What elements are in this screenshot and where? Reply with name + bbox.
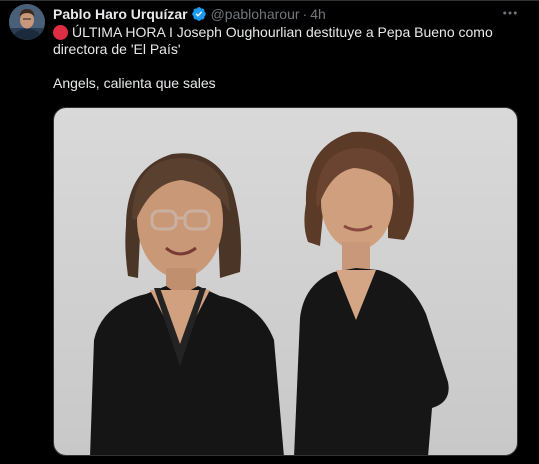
tweet-media-photo[interactable] <box>53 107 518 456</box>
verified-badge-icon <box>191 7 206 21</box>
tweet-text-headline: ÚLTIMA HORA I Joseph Oughourlian destitu… <box>72 24 493 40</box>
red-circle-icon <box>53 25 68 40</box>
author-avatar[interactable] <box>9 4 45 40</box>
tweet-text-line-3: Angels, calienta que sales <box>53 75 216 91</box>
text-gap <box>53 58 513 75</box>
tweet-header: Pablo Haro Urquízar @pabloharour · 4h <box>53 5 326 23</box>
header-separator: · <box>302 6 308 22</box>
tweet-text: ÚLTIMA HORA I Joseph Oughourlian destitu… <box>53 24 513 92</box>
photo-two-women <box>54 108 517 455</box>
tweet-card[interactable]: Pablo Haro Urquízar @pabloharour · 4h ÚL… <box>0 0 539 464</box>
avatar-image <box>9 4 45 40</box>
more-options-button[interactable] <box>501 4 519 22</box>
tweet-text-line-2: directora de 'El País' <box>53 41 181 57</box>
author-handle[interactable]: @pabloharour <box>211 5 300 23</box>
author-name[interactable]: Pablo Haro Urquízar <box>53 5 188 23</box>
tweet-timestamp[interactable]: 4h <box>310 5 326 23</box>
more-options-icon <box>503 11 517 15</box>
tweet-text-line-1: ÚLTIMA HORA I Joseph Oughourlian destitu… <box>53 24 513 41</box>
